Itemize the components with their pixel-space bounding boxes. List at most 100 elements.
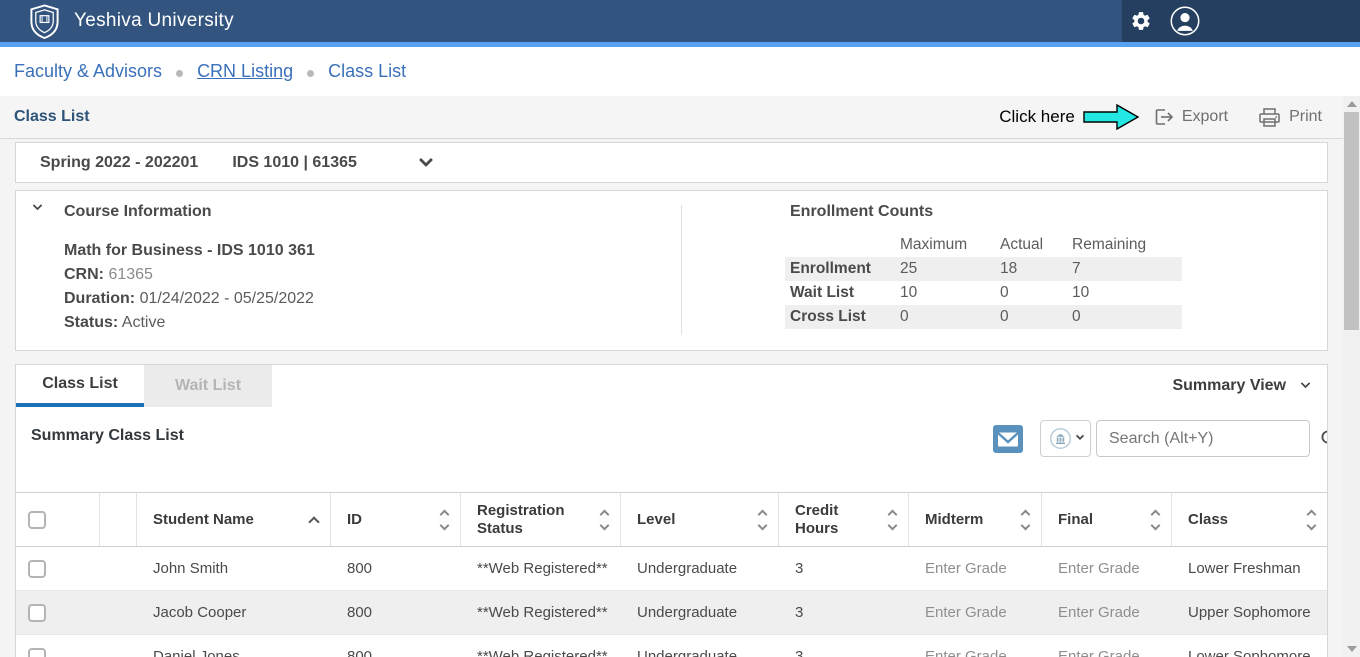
sort-icon[interactable] [441, 511, 448, 529]
export-label: Export [1182, 108, 1228, 126]
collapse-chevron-icon[interactable] [33, 201, 43, 211]
final-enter-grade-link[interactable]: Enter Grade [1042, 560, 1172, 577]
sort-icon[interactable] [601, 511, 608, 529]
col-credit-hours-label: Credit Hours [795, 502, 845, 538]
row-checkbox[interactable] [28, 560, 46, 578]
search-box [1096, 420, 1310, 457]
midterm-enter-grade-link[interactable]: Enter Grade [909, 648, 1042, 657]
waitlist-actual: 0 [1000, 284, 1072, 302]
settings-gear-icon[interactable] [1130, 10, 1152, 32]
course-title: Math for Business - IDS 1010 361 [64, 239, 315, 263]
col-final[interactable]: Final [1042, 493, 1172, 546]
page-header-band: Class List Click here Export [0, 96, 1360, 139]
registration-status: **Web Registered** [461, 560, 621, 577]
enrollment-row: Enrollment 25 18 7 [785, 257, 1182, 281]
sort-icon[interactable] [1152, 511, 1159, 529]
breadcrumb-crn-listing[interactable]: CRN Listing [197, 61, 293, 82]
student-class: Lower Freshman [1172, 560, 1327, 577]
photo-column-header [100, 493, 137, 546]
scrollbar-thumb[interactable] [1344, 112, 1359, 330]
search-input[interactable] [1097, 430, 1320, 448]
student-level: Undergraduate [621, 648, 779, 657]
row-checkbox[interactable] [28, 604, 46, 622]
select-all-checkbox[interactable] [28, 511, 46, 529]
enrollment-col-actual: Actual [1000, 236, 1072, 254]
col-id-label: ID [347, 511, 362, 529]
credit-hours: 3 [779, 560, 909, 577]
col-level[interactable]: Level [621, 493, 779, 546]
enrollment-actual: 18 [1000, 260, 1072, 278]
tools-dropdown-button[interactable] [1040, 420, 1091, 457]
breadcrumb-separator-dot [307, 70, 314, 77]
term-course-selector[interactable]: Spring 2022 - 202201 IDS 1010 | 61365 [15, 142, 1328, 183]
scrollbar-up-arrow[interactable] [1347, 101, 1357, 107]
bank-circle-icon [1049, 427, 1072, 450]
vertical-scrollbar[interactable] [1343, 96, 1360, 657]
enrollment-max: 25 [900, 260, 1000, 278]
sort-ascending-icon[interactable] [308, 516, 319, 527]
student-name[interactable]: Jacob Cooper [137, 604, 331, 621]
registration-status: **Web Registered** [461, 648, 621, 657]
term-label: Spring 2022 - 202201 [40, 154, 198, 172]
table-row: Daniel Jones 800 **Web Registered** Unde… [16, 635, 1327, 657]
enrollment-remaining: 7 [1072, 260, 1187, 278]
midterm-enter-grade-link[interactable]: Enter Grade [909, 604, 1042, 621]
course-crn-label: IDS 1010 | 61365 [232, 154, 357, 172]
midterm-enter-grade-link[interactable]: Enter Grade [909, 560, 1042, 577]
enrollment-counts-table: Maximum Actual Remaining Enrollment 25 1… [785, 233, 1182, 329]
breadcrumb-class-list[interactable]: Class List [328, 61, 406, 82]
summary-class-list-heading: Summary Class List [31, 427, 184, 445]
user-profile-icon[interactable] [1170, 6, 1200, 36]
sort-icon[interactable] [1308, 511, 1315, 529]
annotation-arrow-icon [1083, 104, 1139, 130]
student-level: Undergraduate [621, 604, 779, 621]
col-class[interactable]: Class [1172, 493, 1327, 546]
credit-hours: 3 [779, 604, 909, 621]
waitlist-max: 10 [900, 284, 1000, 302]
top-navigation-bar: Yeshiva University [0, 0, 1360, 42]
duration-row: Duration: 01/24/2022 - 05/25/2022 [64, 287, 315, 311]
crosslist-actual: 0 [1000, 308, 1072, 326]
summary-view-label: Summary View [1172, 377, 1286, 395]
waitlist-row: Wait List 10 0 10 [785, 281, 1182, 305]
final-enter-grade-link[interactable]: Enter Grade [1042, 648, 1172, 657]
enrollment-col-remaining: Remaining [1072, 236, 1187, 254]
student-id: 800 [331, 648, 461, 657]
export-button[interactable]: Export [1153, 107, 1228, 127]
breadcrumb: Faculty & Advisors CRN Listing Class Lis… [0, 47, 1360, 96]
chevron-down-icon [1075, 432, 1083, 440]
print-button[interactable]: Print [1258, 107, 1322, 128]
col-midterm[interactable]: Midterm [909, 493, 1042, 546]
col-class-label: Class [1188, 511, 1228, 529]
col-credit-hours[interactable]: Credit Hours [779, 493, 909, 546]
sort-icon[interactable] [889, 511, 896, 529]
breadcrumb-separator-dot [176, 70, 183, 77]
crn-row: CRN: 61365 [64, 263, 315, 287]
email-button[interactable] [993, 425, 1023, 453]
summary-view-selector[interactable]: Summary View [1172, 365, 1309, 407]
crosslist-row: Cross List 0 0 0 [785, 305, 1182, 329]
crn-label: CRN: [64, 266, 104, 283]
breadcrumb-faculty-advisors[interactable]: Faculty & Advisors [14, 61, 162, 82]
tab-wait-list[interactable]: Wait List [144, 365, 272, 407]
class-list-panel: Class List Wait List Summary View Summar… [15, 364, 1328, 657]
col-registration-status[interactable]: Registration Status [461, 493, 621, 546]
col-student-name[interactable]: Student Name [137, 493, 331, 546]
table-row: Jacob Cooper 800 **Web Registered** Unde… [16, 591, 1327, 635]
student-name[interactable]: John Smith [137, 560, 331, 577]
chevron-down-icon[interactable] [419, 153, 433, 167]
status-label: Status: [64, 314, 118, 331]
scrollbar-down-arrow[interactable] [1347, 646, 1357, 652]
col-id[interactable]: ID [331, 493, 461, 546]
sort-icon[interactable] [759, 511, 766, 529]
chevron-down-icon [1301, 379, 1311, 389]
final-enter-grade-link[interactable]: Enter Grade [1042, 604, 1172, 621]
student-class: Upper Sophomore [1172, 604, 1327, 621]
students-table: Student Name ID Registration Status Leve… [16, 492, 1327, 657]
export-icon [1153, 107, 1174, 127]
row-checkbox[interactable] [28, 648, 46, 657]
tab-class-list[interactable]: Class List [16, 365, 144, 407]
sort-icon[interactable] [1022, 511, 1029, 529]
search-icon[interactable] [1320, 429, 1328, 448]
student-name[interactable]: Daniel Jones [137, 648, 331, 657]
